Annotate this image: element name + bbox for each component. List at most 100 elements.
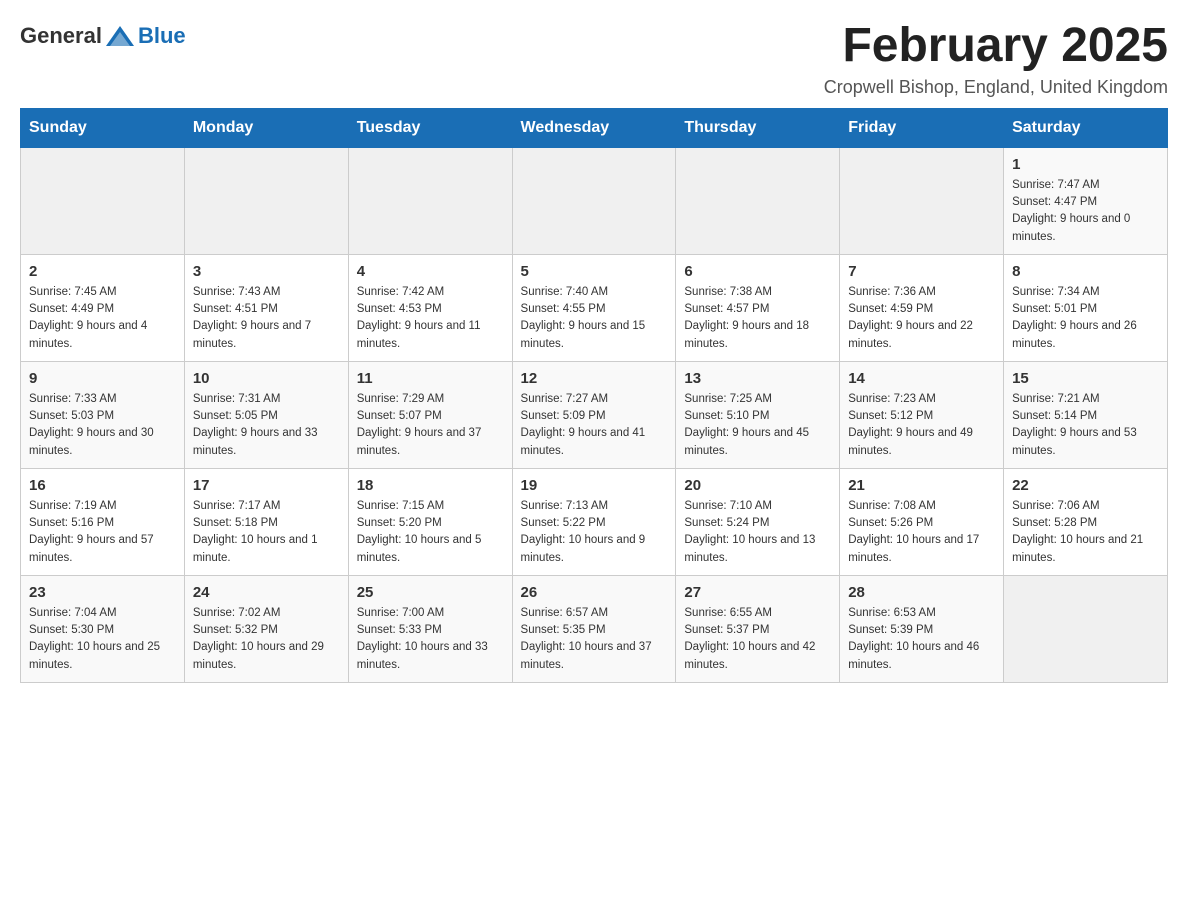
day-info-8: Sunrise: 7:34 AM Sunset: 5:01 PM Dayligh… (1012, 284, 1159, 353)
day-number-1: 1 (1012, 156, 1159, 173)
logo: General Blue (20, 20, 186, 52)
week-row-2: 2 Sunrise: 7:45 AM Sunset: 4:49 PM Daylig… (21, 254, 1168, 361)
page-header: General Blue February 2025 Cropwell Bish… (20, 20, 1168, 98)
day-number-21: 21 (848, 477, 995, 494)
cell-week2-day0: 2 Sunrise: 7:45 AM Sunset: 4:49 PM Daylig… (21, 254, 185, 361)
day-number-14: 14 (848, 370, 995, 387)
week-row-5: 23 Sunrise: 7:04 AM Sunset: 5:30 PM Dayli… (21, 575, 1168, 682)
day-info-28: Sunrise: 6:53 AM Sunset: 5:39 PM Dayligh… (848, 605, 995, 674)
cell-week3-day5: 14 Sunrise: 7:23 AM Sunset: 5:12 PM Dayli… (840, 361, 1004, 468)
day-number-11: 11 (357, 370, 504, 387)
day-number-13: 13 (684, 370, 831, 387)
day-number-22: 22 (1012, 477, 1159, 494)
day-number-26: 26 (521, 584, 668, 601)
cell-week5-day1: 24Sunrise: 7:02 AM Sunset: 5:32 PM Dayli… (184, 575, 348, 682)
day-info-2: Sunrise: 7:45 AM Sunset: 4:49 PM Dayligh… (29, 284, 176, 353)
day-number-20: 20 (684, 477, 831, 494)
day-number-9: 9 (29, 370, 176, 387)
logo-icon (104, 20, 136, 52)
cell-week2-day1: 3 Sunrise: 7:43 AM Sunset: 4:51 PM Daylig… (184, 254, 348, 361)
day-number-3: 3 (193, 263, 340, 280)
cell-week4-day6: 22 Sunrise: 7:06 AM Sunset: 5:28 PM Dayli… (1004, 468, 1168, 575)
cell-week5-day3: 26 Sunrise: 6:57 AM Sunset: 5:35 PM Dayli… (512, 575, 676, 682)
header-row: Sunday Monday Tuesday Wednesday Thursday… (21, 108, 1168, 147)
cell-week2-day2: 4 Sunrise: 7:42 AM Sunset: 4:53 PM Daylig… (348, 254, 512, 361)
cell-week1-day2 (348, 147, 512, 254)
cell-week4-day4: 20 Sunrise: 7:10 AM Sunset: 5:24 PM Dayli… (676, 468, 840, 575)
day-number-25: 25 (357, 584, 504, 601)
day-number-23: 23 (29, 584, 176, 601)
cell-week4-day5: 21 Sunrise: 7:08 AM Sunset: 5:26 PM Dayli… (840, 468, 1004, 575)
day-number-27: 27 (684, 584, 831, 601)
header-tuesday: Tuesday (348, 108, 512, 147)
day-info-25: Sunrise: 7:00 AM Sunset: 5:33 PM Dayligh… (357, 605, 504, 674)
calendar-body: 1 Sunrise: 7:47 AM Sunset: 4:47 PM Daylig… (21, 147, 1168, 682)
header-thursday: Thursday (676, 108, 840, 147)
day-number-24: 24 (193, 584, 340, 601)
cell-week2-day4: 6Sunrise: 7:38 AM Sunset: 4:57 PM Daylig… (676, 254, 840, 361)
header-saturday: Saturday (1004, 108, 1168, 147)
title-section: February 2025 Cropwell Bishop, England, … (824, 20, 1168, 98)
day-info-20: Sunrise: 7:10 AM Sunset: 5:24 PM Dayligh… (684, 498, 831, 567)
day-info-21: Sunrise: 7:08 AM Sunset: 5:26 PM Dayligh… (848, 498, 995, 567)
cell-week3-day1: 10Sunrise: 7:31 AM Sunset: 5:05 PM Dayli… (184, 361, 348, 468)
cell-week1-day1 (184, 147, 348, 254)
day-info-18: Sunrise: 7:15 AM Sunset: 5:20 PM Dayligh… (357, 498, 504, 567)
day-info-22: Sunrise: 7:06 AM Sunset: 5:28 PM Dayligh… (1012, 498, 1159, 567)
logo-general-text: General (20, 23, 102, 49)
cell-week5-day4: 27 Sunrise: 6:55 AM Sunset: 5:37 PM Dayli… (676, 575, 840, 682)
calendar-table: Sunday Monday Tuesday Wednesday Thursday… (20, 108, 1168, 683)
day-info-14: Sunrise: 7:23 AM Sunset: 5:12 PM Dayligh… (848, 391, 995, 460)
day-info-11: Sunrise: 7:29 AM Sunset: 5:07 PM Dayligh… (357, 391, 504, 460)
header-friday: Friday (840, 108, 1004, 147)
day-info-26: Sunrise: 6:57 AM Sunset: 5:35 PM Dayligh… (521, 605, 668, 674)
day-info-4: Sunrise: 7:42 AM Sunset: 4:53 PM Dayligh… (357, 284, 504, 353)
cell-week1-day6: 1 Sunrise: 7:47 AM Sunset: 4:47 PM Daylig… (1004, 147, 1168, 254)
cell-week5-day5: 28 Sunrise: 6:53 AM Sunset: 5:39 PM Dayli… (840, 575, 1004, 682)
day-info-3: Sunrise: 7:43 AM Sunset: 4:51 PM Dayligh… (193, 284, 340, 353)
header-sunday: Sunday (21, 108, 185, 147)
location-text: Cropwell Bishop, England, United Kingdom (824, 77, 1168, 98)
cell-week2-day6: 8 Sunrise: 7:34 AM Sunset: 5:01 PM Daylig… (1004, 254, 1168, 361)
month-title: February 2025 (824, 20, 1168, 73)
day-info-12: Sunrise: 7:27 AM Sunset: 5:09 PM Dayligh… (521, 391, 668, 460)
day-number-8: 8 (1012, 263, 1159, 280)
day-info-10: Sunrise: 7:31 AM Sunset: 5:05 PM Dayligh… (193, 391, 340, 460)
cell-week3-day2: 11 Sunrise: 7:29 AM Sunset: 5:07 PM Dayli… (348, 361, 512, 468)
day-info-7: Sunrise: 7:36 AM Sunset: 4:59 PM Dayligh… (848, 284, 995, 353)
day-number-16: 16 (29, 477, 176, 494)
week-row-3: 9Sunrise: 7:33 AM Sunset: 5:03 PM Daylig… (21, 361, 1168, 468)
cell-week5-day0: 23 Sunrise: 7:04 AM Sunset: 5:30 PM Dayli… (21, 575, 185, 682)
day-number-17: 17 (193, 477, 340, 494)
cell-week3-day4: 13 Sunrise: 7:25 AM Sunset: 5:10 PM Dayli… (676, 361, 840, 468)
day-number-28: 28 (848, 584, 995, 601)
day-info-27: Sunrise: 6:55 AM Sunset: 5:37 PM Dayligh… (684, 605, 831, 674)
day-info-13: Sunrise: 7:25 AM Sunset: 5:10 PM Dayligh… (684, 391, 831, 460)
day-number-2: 2 (29, 263, 176, 280)
cell-week1-day4 (676, 147, 840, 254)
cell-week3-day0: 9Sunrise: 7:33 AM Sunset: 5:03 PM Daylig… (21, 361, 185, 468)
day-number-4: 4 (357, 263, 504, 280)
cell-week4-day0: 16Sunrise: 7:19 AM Sunset: 5:16 PM Dayli… (21, 468, 185, 575)
day-info-19: Sunrise: 7:13 AM Sunset: 5:22 PM Dayligh… (521, 498, 668, 567)
cell-week4-day1: 17Sunrise: 7:17 AM Sunset: 5:18 PM Dayli… (184, 468, 348, 575)
cell-week3-day3: 12 Sunrise: 7:27 AM Sunset: 5:09 PM Dayli… (512, 361, 676, 468)
cell-week5-day6 (1004, 575, 1168, 682)
cell-week4-day2: 18 Sunrise: 7:15 AM Sunset: 5:20 PM Dayli… (348, 468, 512, 575)
day-info-1: Sunrise: 7:47 AM Sunset: 4:47 PM Dayligh… (1012, 177, 1159, 246)
cell-week1-day0 (21, 147, 185, 254)
day-number-18: 18 (357, 477, 504, 494)
calendar-header: Sunday Monday Tuesday Wednesday Thursday… (21, 108, 1168, 147)
day-info-5: Sunrise: 7:40 AM Sunset: 4:55 PM Dayligh… (521, 284, 668, 353)
day-number-5: 5 (521, 263, 668, 280)
cell-week1-day5 (840, 147, 1004, 254)
cell-week2-day3: 5 Sunrise: 7:40 AM Sunset: 4:55 PM Daylig… (512, 254, 676, 361)
header-wednesday: Wednesday (512, 108, 676, 147)
cell-week1-day3 (512, 147, 676, 254)
week-row-1: 1 Sunrise: 7:47 AM Sunset: 4:47 PM Daylig… (21, 147, 1168, 254)
day-info-23: Sunrise: 7:04 AM Sunset: 5:30 PM Dayligh… (29, 605, 176, 674)
header-monday: Monday (184, 108, 348, 147)
day-number-12: 12 (521, 370, 668, 387)
day-number-7: 7 (848, 263, 995, 280)
logo-blue-text: Blue (138, 23, 186, 48)
